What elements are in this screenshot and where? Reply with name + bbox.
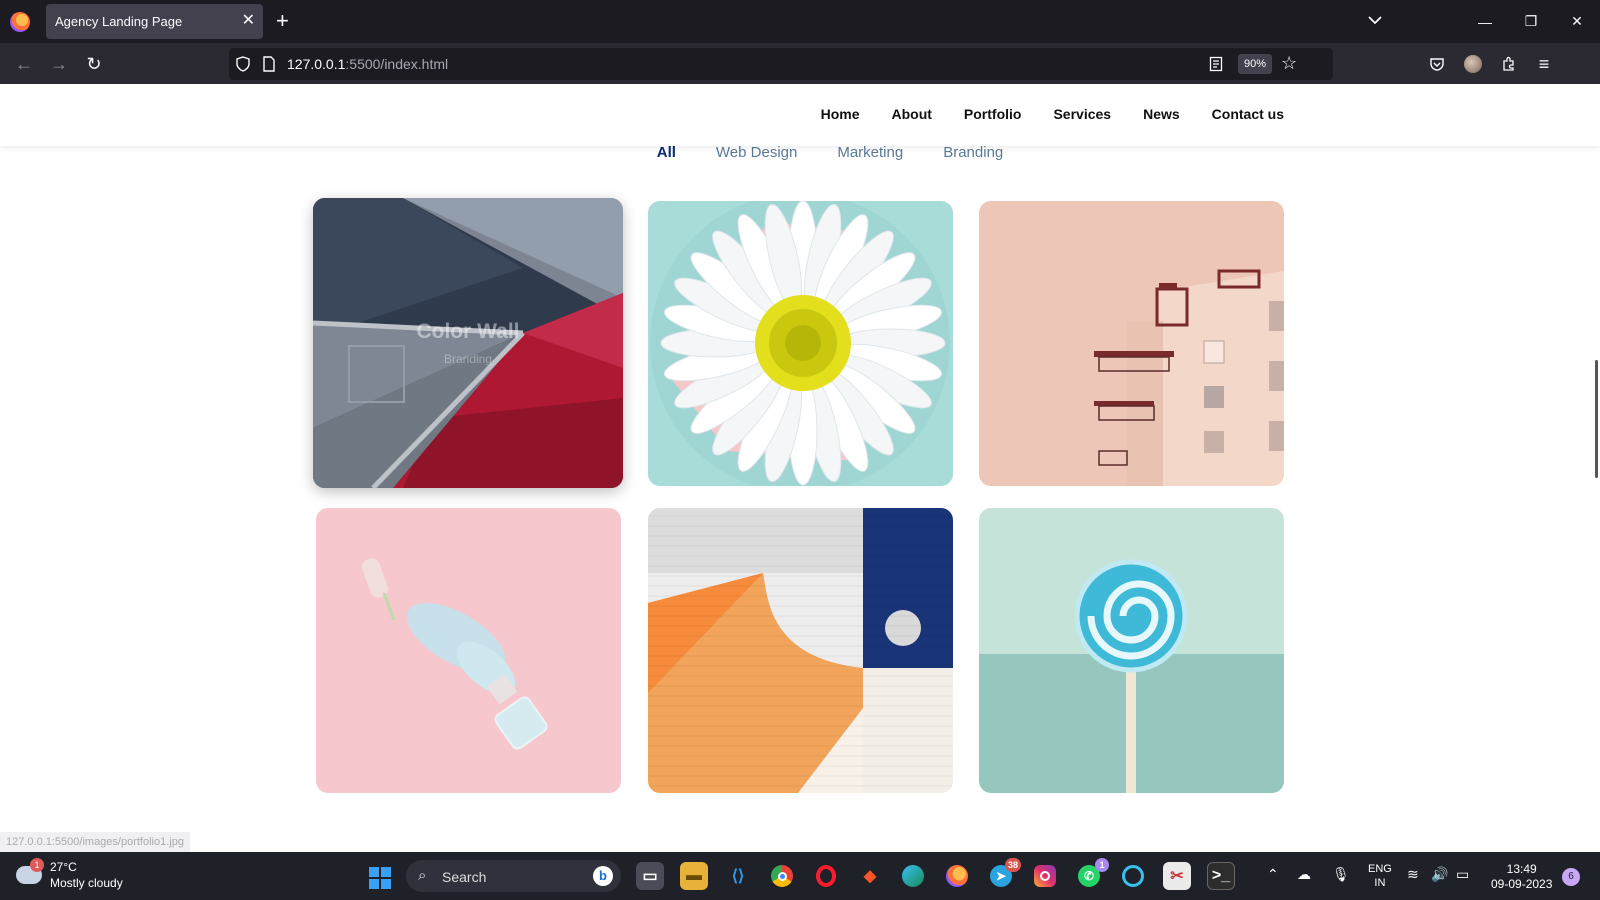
snipping-tool-icon[interactable]: ✂ (1163, 862, 1191, 890)
page-icon[interactable] (262, 56, 276, 72)
site-header: Home About Portfolio Services News Conta… (0, 84, 1600, 146)
weather-description: Mostly cloudy (50, 876, 123, 890)
language-indicator[interactable]: ENG IN (1368, 862, 1392, 890)
new-tab-button[interactable]: + (276, 9, 289, 33)
daisy-image (648, 201, 953, 486)
file-explorer-icon[interactable]: ▬ (680, 862, 708, 890)
nav-contact[interactable]: Contact us (1212, 106, 1284, 122)
url-text[interactable]: 127.0.0.1:5500/index.html (287, 56, 448, 72)
clock-time: 13:49 (1506, 862, 1537, 876)
notification-count-badge[interactable]: 6 (1562, 868, 1580, 886)
pocket-icon[interactable] (1426, 53, 1448, 75)
cortana-icon[interactable] (1119, 862, 1147, 890)
reload-icon[interactable]: ↻ (83, 53, 105, 75)
brave-icon[interactable]: ◆ (856, 862, 884, 890)
url-path: :5500/index.html (345, 56, 449, 72)
browser-nav-bar: ← → ↻ 127.0.0.1:5500/index.html 90% ☆ ≡ (0, 43, 1600, 84)
page-scrollbar[interactable] (1595, 360, 1598, 478)
chrome-icon[interactable] (768, 862, 796, 890)
card-hover-overlay: Color Wall Branding (313, 198, 623, 488)
windows-start-icon[interactable] (369, 867, 391, 889)
opera-icon[interactable] (812, 862, 840, 890)
bookmark-star-icon[interactable]: ☆ (1281, 53, 1297, 74)
card-category: Branding (443, 352, 493, 366)
portfolio-card-nail-polish[interactable] (316, 508, 621, 793)
tray-overflow-chevron-icon[interactable]: ⌃ (1267, 866, 1279, 883)
page-viewport: Home About Portfolio Services News Conta… (0, 84, 1600, 852)
portfolio-card-building[interactable] (979, 201, 1284, 486)
zoom-level[interactable]: 90% (1238, 54, 1273, 74)
browser-tab-bar: Agency Landing Page ✕ + — ❐ ✕ (0, 0, 1600, 43)
portfolio-filters: All Web Design Marketing Branding (0, 144, 1600, 161)
url-host: 127.0.0.1 (287, 56, 346, 72)
extensions-icon[interactable] (1498, 53, 1520, 75)
instagram-icon[interactable] (1031, 862, 1059, 890)
restore-icon[interactable]: ❐ (1508, 0, 1554, 43)
lollipop-image (979, 508, 1284, 793)
nail-polish-image (316, 508, 621, 793)
tab-close-icon[interactable]: ✕ (242, 11, 255, 31)
url-bar[interactable]: 127.0.0.1:5500/index.html 90% ☆ (229, 48, 1333, 80)
forward-arrow-icon[interactable]: → (48, 53, 70, 75)
card-title: Color Wall (416, 320, 520, 343)
site-nav: Home About Portfolio Services News Conta… (821, 106, 1284, 122)
clock-date: 09-09-2023 (1491, 877, 1553, 891)
whatsapp-badge: 1 (1095, 858, 1109, 872)
nav-portfolio[interactable]: Portfolio (964, 106, 1022, 122)
firefox-logo-icon (10, 12, 30, 32)
terminal-icon[interactable]: >_ (1207, 862, 1235, 890)
list-all-tabs-icon[interactable] (1365, 10, 1385, 30)
battery-icon[interactable]: ▭ (1456, 866, 1469, 883)
telegram-badge: 38 (1004, 858, 1021, 872)
region-code: IN (1374, 877, 1386, 889)
reader-view-icon[interactable] (1209, 56, 1223, 72)
portfolio-card-daisy[interactable] (648, 201, 953, 486)
shield-icon[interactable] (235, 56, 251, 72)
browser-tab-active[interactable]: Agency Landing Page ✕ (46, 4, 263, 39)
weather-temperature: 27°C (50, 860, 77, 874)
portfolio-card-color-wall[interactable]: Color Wall Branding (313, 198, 623, 488)
language-code: ENG (1368, 863, 1392, 875)
minimize-icon[interactable]: — (1462, 0, 1508, 43)
account-avatar[interactable] (1462, 53, 1484, 75)
task-view-icon[interactable]: ▭ (636, 862, 664, 890)
nav-home[interactable]: Home (821, 106, 860, 122)
bing-icon[interactable]: b (593, 866, 613, 886)
wifi-icon[interactable]: ≋ (1407, 866, 1419, 883)
portfolio-card-lollipop[interactable] (979, 508, 1284, 793)
back-arrow-icon[interactable]: ← (13, 53, 35, 75)
filter-all[interactable]: All (657, 144, 676, 161)
system-clock[interactable]: 13:49 09-09-2023 (1491, 862, 1552, 892)
weather-widget[interactable]: 1 27°C Mostly cloudy (16, 858, 136, 894)
telegram-icon[interactable]: ➤ 38 (987, 858, 1021, 890)
microphone-icon[interactable]: 🎙 (1332, 866, 1350, 883)
onedrive-icon[interactable]: ☁ (1297, 866, 1311, 883)
vscode-icon[interactable]: ⟨⟩ (724, 862, 752, 890)
taskbar-search[interactable]: ⌕ Search b (406, 860, 621, 892)
windows-taskbar: 1 27°C Mostly cloudy ⌕ Search b ▭ ▬ ⟨⟩ ◆… (0, 852, 1600, 900)
window-controls: — ❐ ✕ (1462, 0, 1600, 43)
firefox-icon[interactable] (943, 862, 971, 890)
nav-news[interactable]: News (1143, 106, 1180, 122)
nav-about[interactable]: About (891, 106, 931, 122)
close-window-icon[interactable]: ✕ (1554, 0, 1600, 43)
filter-marketing[interactable]: Marketing (837, 144, 903, 161)
filter-web-design[interactable]: Web Design (716, 144, 797, 161)
tab-title: Agency Landing Page (55, 14, 183, 29)
volume-icon[interactable]: 🔊 (1431, 866, 1448, 883)
building-image (979, 201, 1284, 486)
status-link-preview: 127.0.0.1:5500/images/portfolio1.jpg (0, 832, 190, 852)
search-label: Search (442, 869, 487, 885)
weather-badge: 1 (30, 858, 44, 872)
filter-branding[interactable]: Branding (943, 144, 1003, 161)
nav-services[interactable]: Services (1053, 106, 1111, 122)
portfolio-card-brick-mural[interactable] (648, 508, 953, 793)
search-icon: ⌕ (418, 867, 427, 884)
brick-mural-image (648, 508, 953, 793)
whatsapp-icon[interactable]: ✆ 1 (1075, 858, 1109, 890)
hamburger-menu-icon[interactable]: ≡ (1533, 53, 1555, 75)
edge-icon[interactable] (899, 862, 927, 890)
